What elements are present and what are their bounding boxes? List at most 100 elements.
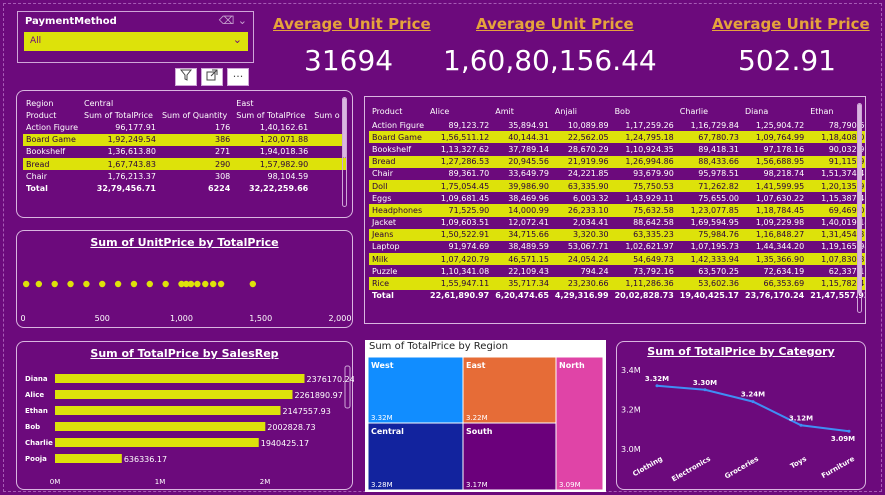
table-cell: 794.24 xyxy=(580,266,609,276)
kpi-value-1: 31694 xyxy=(304,44,394,77)
treemap-value-label: 3.09M xyxy=(559,481,581,489)
table-row[interactable]: Puzzle 1,10,341.08 22,109.43 794.24 73,792.1… xyxy=(369,265,865,277)
region-matrix-panel: Region Central East Product Sum of TotalPric… xyxy=(16,90,353,218)
table-cell: Milk xyxy=(369,253,428,266)
table-row[interactable]: Headphones 71,525.90 14,000.99 26,233.10 75,… xyxy=(369,204,865,217)
bar xyxy=(55,422,266,431)
table-cell: 71,525.90 xyxy=(427,204,493,217)
table-row[interactable]: Total 22,61,890.97 6,20,474.65 4,29,316.99 2… xyxy=(369,290,865,302)
table-cell: 1,50,522.91 xyxy=(427,228,493,241)
table-cell: 1,11,286.36 xyxy=(611,277,677,290)
table-row[interactable]: Action Figure 96,177.91 176 1,40,162.61 xyxy=(23,121,346,133)
table-row[interactable]: Bread 1,67,743.83 290 1,57,982.90 xyxy=(23,157,346,171)
line-data-label: 3.09M xyxy=(831,435,855,443)
table-row[interactable]: Rice 1,55,947.11 35,717.34 23,230.66 1,11,28… xyxy=(369,277,865,290)
table-cell: 75,632.58 xyxy=(611,204,677,217)
table-cell: 1,09,229.98 xyxy=(755,218,805,228)
matrix-scrollbar[interactable] xyxy=(342,97,347,207)
table-cell: 1,57,982.90 xyxy=(233,157,312,171)
bar xyxy=(55,374,305,383)
table-cell: 37,789.14 xyxy=(508,144,549,154)
slicer-dropdown[interactable]: All ⌄ xyxy=(24,32,248,51)
kpi-title-2: Average Unit Price xyxy=(476,15,634,33)
y-category-label: Diana xyxy=(25,375,48,383)
kpi-value-2: 1,60,80,156.44 xyxy=(443,44,657,77)
scatter-point xyxy=(210,280,217,288)
visual-header-toolbar: ··· xyxy=(175,68,249,86)
table-cell xyxy=(311,182,345,194)
line-data-label: 3.12M xyxy=(789,414,813,422)
x-tick-label: 500 xyxy=(95,314,110,323)
scatter-point xyxy=(162,280,169,288)
table-cell: 38,489.59 xyxy=(508,242,549,252)
bar-data-label: 2261890.97 xyxy=(294,391,342,400)
table-cell: 72,634.19 xyxy=(763,266,805,276)
table-cell: 308 xyxy=(215,171,231,181)
table-cell: 20,945.56 xyxy=(492,155,552,168)
table-cell: 22,61,890.97 xyxy=(430,291,490,301)
bar-data-label: 2376170.24 xyxy=(306,375,354,384)
y-tick-label: 3.0M xyxy=(621,445,641,454)
y-category-label: Ethan xyxy=(25,407,48,415)
table-row[interactable]: Total 32,79,456.71 6224 32,22,259.66 xyxy=(23,182,346,194)
treemap-panel: Sum of TotalPrice by Region West 3.32M Eas… xyxy=(365,340,606,492)
table-row[interactable]: Doll 1,75,054.45 39,986.90 63,335.90 75,750.… xyxy=(369,179,865,193)
matrix-header-cell: Anjali xyxy=(554,106,578,116)
table-cell: Jacket xyxy=(372,218,397,228)
matrix-header-row: Product Sum of TotalPrice Sum of Quantity S… xyxy=(23,109,346,121)
matrix-header-cell xyxy=(159,97,233,109)
table-row[interactable]: Chair 89,361.70 33,649.79 24,221.85 93,679.9… xyxy=(369,168,865,180)
table-cell: 73,792.16 xyxy=(633,266,674,276)
line-point xyxy=(799,423,803,427)
table-row[interactable]: Jeans 1,50,522.91 34,715.66 3,320.30 63,335.… xyxy=(369,228,865,241)
table-row[interactable]: Chair 1,76,213.37 308 98,104.59 xyxy=(23,170,346,182)
table-row[interactable]: Bookshelf 1,36,613.80 271 1,94,018.36 xyxy=(23,146,346,158)
table-cell: 35,894.91 xyxy=(508,120,549,130)
bar xyxy=(55,406,281,415)
table-row[interactable]: Bookshelf 1,13,327.62 37,789.14 28,670.29 1,… xyxy=(369,143,865,155)
table-row[interactable]: Board Game 1,56,511.12 40,144.31 22,562.05 1… xyxy=(369,131,865,144)
table-row[interactable]: Action Figure 89,123.72 35,894.91 10,089.89… xyxy=(369,119,865,131)
table-row[interactable]: Milk 1,07,420.79 46,571.15 24,054.24 54,649.… xyxy=(369,253,865,266)
kpi-title-1: Average Unit Price xyxy=(273,15,431,33)
region-matrix: Region Central East Product Sum of TotalPric… xyxy=(23,97,346,195)
table-row[interactable]: Bread 1,27,286.53 20,945.56 21,919.96 1,26,9… xyxy=(369,155,865,168)
table-cell: 6,20,474.65 xyxy=(495,291,549,301)
table-cell: 39,986.90 xyxy=(492,179,552,193)
table-cell: 290 xyxy=(158,157,234,171)
matrix-header-cell: Sum o xyxy=(314,110,340,120)
table-cell: Bookshelf xyxy=(26,147,66,157)
focus-mode-icon[interactable] xyxy=(201,68,223,86)
filter-icon[interactable] xyxy=(175,68,197,86)
y-tick-label: 3.4M xyxy=(621,366,641,375)
matrix-header-cell: Amit xyxy=(495,106,514,116)
table-cell: 1,16,848.27 xyxy=(742,228,808,241)
x-tick-label: 1,500 xyxy=(249,314,272,323)
matrix-scrollbar[interactable] xyxy=(857,103,862,313)
x-category-label: Toys xyxy=(789,455,808,471)
line-data-label: 3.24M xyxy=(741,391,765,399)
table-cell: 32,22,259.66 xyxy=(249,183,309,193)
table-cell: 89,418.31 xyxy=(698,144,739,154)
table-cell: 1,27,286.53 xyxy=(427,155,493,168)
y-tick-label: 3.2M xyxy=(621,406,641,415)
table-row[interactable]: Laptop 91,974.69 38,489.59 53,067.71 1,02,62… xyxy=(369,241,865,253)
table-cell: 22,109.43 xyxy=(508,266,549,276)
table-row[interactable]: Eggs 1,09,681.45 38,469.96 6,003.32 1,43,929… xyxy=(369,192,865,204)
table-cell xyxy=(311,170,345,182)
table-cell: 40,144.31 xyxy=(492,131,552,144)
payment-method-slicer[interactable]: PaymentMethod ⌫ ⌄ All ⌄ xyxy=(17,11,254,63)
table-cell: 1,16,729.84 xyxy=(690,120,739,130)
line-point xyxy=(751,400,755,404)
treemap-category-label: East xyxy=(466,361,486,370)
table-row[interactable]: Board Game 1,92,249.54 386 1,20,071.88 xyxy=(23,133,346,146)
table-row[interactable]: Jacket 1,09,603.51 12,072.41 2,034.41 88,642… xyxy=(369,217,865,229)
table-cell: 1,07,195.73 xyxy=(690,242,739,252)
x-category-label: Furniture xyxy=(820,455,856,480)
table-cell: 53,602.36 xyxy=(676,277,742,290)
scatter-chart: 0 500 1,000 1,500 2,000 xyxy=(20,280,351,323)
chevron-down-icon[interactable]: ⌄ xyxy=(233,33,242,46)
more-options-icon[interactable]: ··· xyxy=(227,68,249,86)
eraser-icon[interactable]: ⌫ ⌄ xyxy=(219,14,247,27)
table-cell: 386 xyxy=(158,133,234,146)
